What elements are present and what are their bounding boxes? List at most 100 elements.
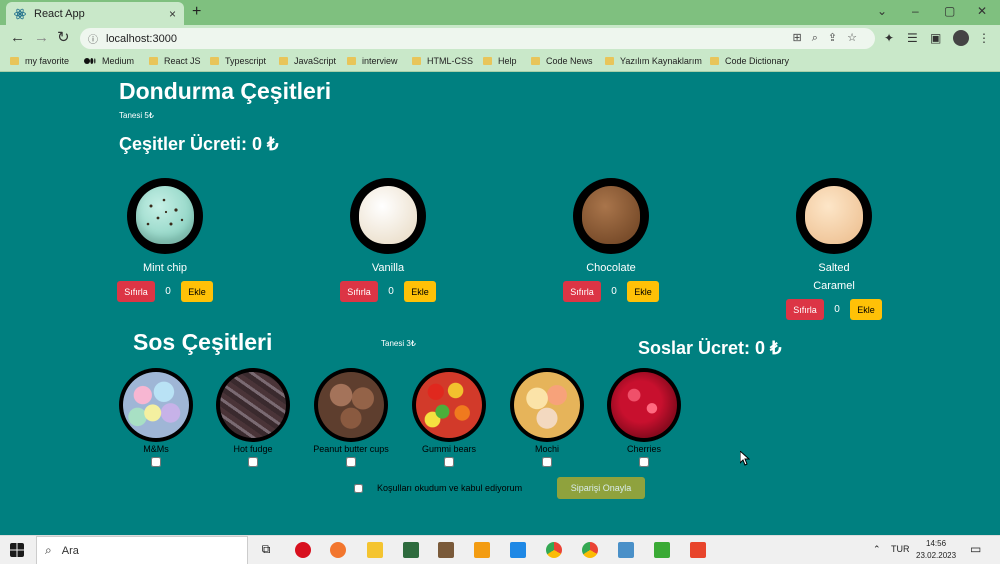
sourcetree-icon[interactable] [403,542,419,558]
browser-tab[interactable]: React App × [6,2,184,25]
notifications-icon[interactable]: ▭ [970,542,981,556]
bookmark-item[interactable]: interview [347,56,398,66]
bookmark-item[interactable]: React JS [149,56,201,66]
mochi-image [514,372,580,438]
scoop-chocolate [582,186,640,244]
topping-card: Gummi bears [404,368,494,472]
topping-card: M&Ms [111,368,201,472]
flavor-card: Mint chip Sıfırla 0 Ekle [105,178,225,302]
topping-checkbox[interactable] [248,457,258,467]
add-button[interactable]: Ekle [850,299,882,320]
page-title: Dondurma Çeşitleri [119,78,332,104]
gummi-bears-image [416,372,482,438]
menu-icon[interactable]: ⋮ [978,31,990,45]
terms-checkbox[interactable] [354,483,363,493]
maximize-icon[interactable]: ▢ [944,4,955,18]
windows-start-icon[interactable] [10,543,24,557]
media-icon[interactable]: ☰ [907,31,918,45]
bookmark-item[interactable]: Code News [531,56,593,66]
medium-icon [84,58,96,64]
cherries-image [611,372,677,438]
omnibox-action-icons[interactable]: ⊞⌕⇪☆ [793,31,867,45]
bookmark-item[interactable]: Typescript [210,56,266,66]
flavor-name: Vanilla [371,262,405,274]
flavor-name: Mint chip [142,262,188,274]
mms-image [123,372,189,438]
file-explorer-icon[interactable] [367,542,383,558]
taskbar-search[interactable]: ⌕ Ara [36,536,248,564]
bookmarks-bar: my favorite Medium React JS Typescript J… [0,52,1000,72]
new-tab-button[interactable]: + [192,3,201,21]
bookmark-item[interactable]: Code Dictionary [710,56,789,66]
vscode-icon[interactable] [510,542,526,558]
taskbar-clock[interactable]: 14:56 23.02.2023 [916,538,956,562]
ice-cream-image [573,178,649,254]
add-button[interactable]: Ekle [181,281,213,302]
language-indicator[interactable]: TUR [891,544,910,554]
topping-checkbox[interactable] [151,457,161,467]
topping-image [607,368,681,442]
mouse-cursor-icon [740,451,750,466]
react-icon [14,8,26,19]
tab-close-icon[interactable]: × [169,7,176,21]
reload-icon[interactable]: ↻ [57,30,70,46]
profile-avatar[interactable] [953,30,969,46]
add-button[interactable]: Ekle [404,281,436,302]
time: 14:56 [926,539,947,548]
bookmark-item[interactable]: HTML-CSS [412,56,473,66]
forward-icon[interactable]: → [34,30,49,46]
topping-name: Hot fudge [233,444,273,454]
remote-desktop-icon[interactable] [618,542,634,558]
flavor-count: 0 [165,286,171,297]
topping-checkbox[interactable] [444,457,454,467]
bookmark-item[interactable]: Help [483,56,517,66]
confirm-order-button[interactable]: Siparişi Onayla [557,477,645,499]
side-panel-icon[interactable]: ▣ [930,31,941,45]
topping-card: Hot fudge [208,368,298,472]
reset-button[interactable]: Sıfırla [786,299,824,320]
folder-icon [483,57,492,65]
site-info-icon[interactable]: ⓘ [88,31,98,46]
topping-checkbox[interactable] [639,457,649,467]
ice-cream-image [796,178,872,254]
task-view-icon[interactable]: ⧉ [258,542,274,558]
topping-card: Mochi [502,368,592,472]
bookmark-item[interactable]: Yazılım Kaynaklarım [605,56,702,66]
reset-button[interactable]: Sıfırla [340,281,378,302]
recorder-icon[interactable] [690,542,706,558]
add-button[interactable]: Ekle [627,281,659,302]
topping-image [314,368,388,442]
sublime-text-icon[interactable] [474,542,490,558]
reset-button[interactable]: Sıfırla [117,281,155,302]
topping-checkbox[interactable] [542,457,552,467]
camtasia-icon[interactable] [654,542,670,558]
tab-search-icon[interactable]: ⌄ [877,4,887,18]
extensions-icon[interactable]: ✦ [884,31,894,45]
bookmark-item[interactable]: JavaScript [279,56,336,66]
bookmark-item[interactable]: my favorite [10,56,69,66]
firefox-icon[interactable] [330,542,346,558]
opera-icon[interactable] [295,542,311,558]
flavor-count: 0 [611,286,617,297]
toppings-unit-price: Tanesi 3₺ [381,339,416,348]
terms-row: Koşulları okudum ve kabul ediyorum [354,483,522,493]
close-window-icon[interactable]: ✕ [977,4,987,18]
topping-checkbox[interactable] [346,457,356,467]
date: 23.02.2023 [916,551,957,560]
topping-card: Cherries [599,368,689,472]
back-icon[interactable]: ← [10,30,25,46]
topping-image [216,368,290,442]
address-bar[interactable]: ⓘ localhost:3000 ⊞⌕⇪☆ [80,28,875,49]
bookmark-item[interactable]: Medium [84,56,134,66]
tray-chevron-icon[interactable]: ⌃ [873,544,881,555]
folder-icon [605,57,614,65]
reset-button[interactable]: Sıfırla [563,281,601,302]
terms-label: Koşulları okudum ve kabul ediyorum [377,483,523,493]
tab-title: React App [34,7,85,20]
chrome-icon[interactable] [546,542,562,558]
chrome-dev-icon[interactable] [582,542,598,558]
app-icon[interactable] [438,542,454,558]
topping-image [412,368,486,442]
folder-icon [347,57,356,65]
minimize-icon[interactable]: – [912,4,919,18]
